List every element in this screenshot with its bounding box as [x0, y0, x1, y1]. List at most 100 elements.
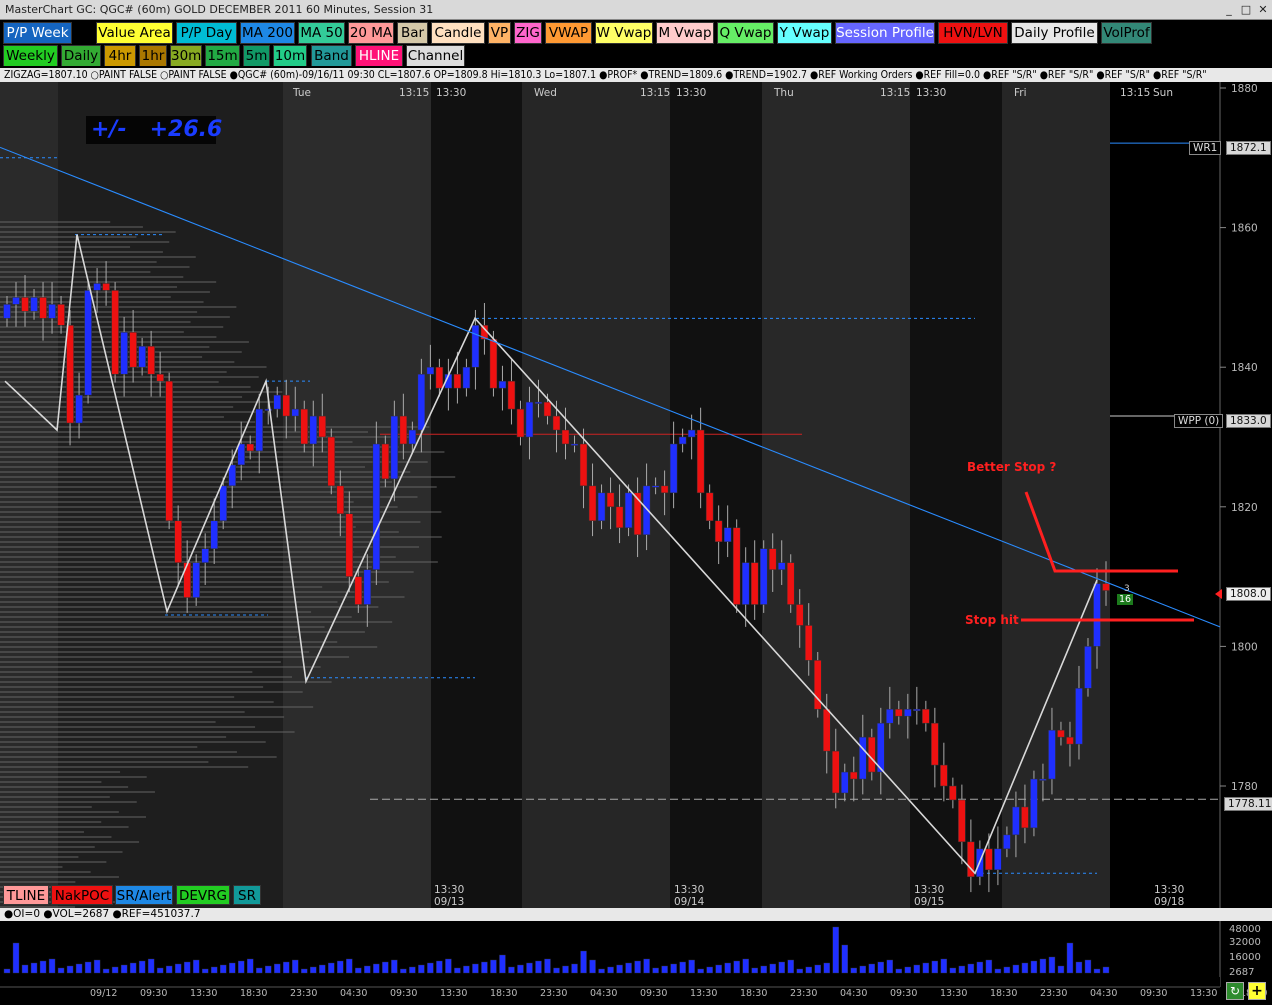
tab-sr[interactable]: SR — [233, 885, 261, 905]
volume-panel[interactable]: 48000 32000 16000 2687 09/12 09:30 13:30 18:30 2… — [0, 921, 1272, 1005]
btn-y-vwap[interactable]: Y Vwap — [777, 22, 832, 44]
btn-w-vwap[interactable]: W Vwap — [595, 22, 653, 44]
volume-bar — [796, 968, 803, 974]
btn-30m[interactable]: 30m — [170, 45, 202, 67]
btn-channel[interactable]: Channel — [406, 45, 465, 67]
btn-hvn-lvn[interactable]: HVN/LVN — [938, 22, 1008, 44]
volume-bar — [895, 968, 903, 974]
candle-body — [192, 562, 200, 598]
candle-body — [453, 373, 462, 389]
btn-10m[interactable]: 10m — [273, 45, 307, 67]
volume-bar — [48, 958, 56, 974]
candle-body — [768, 548, 777, 570]
candle-body — [832, 750, 840, 794]
btn-value-area[interactable]: Value Area — [96, 22, 173, 44]
minimize-icon[interactable]: _ — [1222, 3, 1236, 17]
bottom-time-label: 13:30 — [914, 884, 944, 896]
volume-bar — [12, 942, 20, 974]
candle-body — [147, 346, 155, 375]
session-shade — [1002, 82, 1110, 908]
btn-15m[interactable]: 15m — [205, 45, 240, 67]
volume-bar — [517, 964, 524, 974]
session-shade — [910, 82, 1002, 908]
tab-tline[interactable]: TLINE — [3, 885, 49, 905]
btn-vwap[interactable]: VWAP — [545, 22, 592, 44]
btn-1hr[interactable]: 1hr — [139, 45, 167, 67]
btn-session-profile[interactable]: Session Profile — [835, 22, 935, 44]
top-time-label: Wed — [534, 87, 557, 99]
volume-bar — [490, 959, 497, 974]
tab-sr-alert[interactable]: SR/Alert — [115, 885, 173, 905]
candle-body — [949, 785, 957, 801]
btn-vp[interactable]: VP — [488, 22, 511, 44]
candle-body — [570, 443, 579, 446]
price-chart[interactable]: 1880 1860 1840 1820 1800 1780 Tue 13:15 13:30 Wed… — [0, 82, 1272, 908]
candle-body — [1012, 806, 1020, 836]
maximize-icon[interactable]: □ — [1239, 3, 1253, 17]
btn-ma-50[interactable]: MA 50 — [298, 22, 345, 44]
candle-body — [516, 408, 525, 438]
candle-body — [57, 304, 65, 326]
btn-m-vwap[interactable]: M Vwap — [656, 22, 714, 44]
candle-body — [624, 492, 633, 528]
tab-nakpoc[interactable]: NakPOC — [51, 885, 113, 905]
btn-5m[interactable]: 5m — [243, 45, 270, 67]
price-axis-label: 1860 — [1231, 223, 1258, 235]
bottom-time-label: 13:30 — [434, 884, 464, 896]
candle-body — [318, 415, 327, 438]
better-stop-annotation: Better Stop ? — [967, 460, 1057, 474]
volume-bar — [454, 967, 461, 974]
top-time-label: Sun — [1153, 87, 1173, 99]
candle-body — [804, 625, 813, 661]
btn-20-ma[interactable]: 20 MA — [348, 22, 394, 44]
candle-body — [931, 722, 939, 766]
btn-weekly[interactable]: Weekly — [3, 45, 58, 67]
volume-time-label: 09:30 — [140, 988, 167, 999]
candle-body — [795, 604, 804, 626]
zoom-in-icon[interactable]: + — [1248, 982, 1266, 1000]
volume-time-label: 13:30 — [690, 988, 717, 999]
btn-zig[interactable]: ZIG — [514, 22, 542, 44]
btn-4hr[interactable]: 4hr — [104, 45, 136, 67]
candle-body — [1093, 583, 1101, 647]
order-qty: 3 — [1124, 584, 1130, 594]
btn-p-p-day[interactable]: P/P Day — [176, 22, 237, 44]
volume-bar — [994, 968, 1002, 974]
close-icon[interactable]: ✕ — [1256, 3, 1270, 17]
price-axis-label: 1780 — [1231, 781, 1258, 793]
candle-body — [39, 297, 47, 319]
volume-bar — [283, 961, 290, 974]
btn-daily[interactable]: Daily — [61, 45, 101, 67]
top-time-label: 13:30 — [676, 87, 706, 99]
candle-body — [507, 380, 516, 410]
volume-bar — [697, 968, 704, 974]
candle-body — [1048, 729, 1056, 780]
btn-p-p-week[interactable]: P/P Week — [3, 22, 72, 44]
volume-time-label: 04:30 — [340, 988, 367, 999]
btn-q-vwap[interactable]: Q Vwap — [717, 22, 774, 44]
btn-band[interactable]: Band — [311, 45, 352, 67]
btn-candle[interactable]: Candle — [431, 22, 485, 44]
volume-time-label: 18:30 — [490, 988, 517, 999]
volume-time-label: 13:30 — [440, 988, 467, 999]
wr1-value-tag: 1872.1 — [1226, 141, 1271, 155]
btn-ma-200[interactable]: MA 200 — [240, 22, 295, 44]
volume-time-label: 23:30 — [540, 988, 567, 999]
btn-hline[interactable]: HLINE — [355, 45, 403, 67]
candle-body — [174, 520, 182, 563]
tab-devrg[interactable]: DEVRG — [176, 885, 230, 905]
volume-time-label: 23:30 — [790, 988, 817, 999]
btn-daily-profile[interactable]: Daily Profile — [1011, 22, 1098, 44]
candle-body — [399, 415, 408, 445]
candle-body — [786, 562, 795, 605]
volume-time-label: 13:30 — [1190, 988, 1217, 999]
bottom-date-label: 09/14 — [674, 896, 705, 908]
candle-body — [732, 527, 741, 605]
volume-bar — [472, 963, 479, 974]
refresh-icon[interactable]: ↻ — [1226, 982, 1244, 1000]
btn-volprof[interactable]: VolProf — [1101, 22, 1152, 44]
btn-bar[interactable]: Bar — [397, 22, 428, 44]
volume-bar — [3, 968, 11, 974]
volume-bar — [102, 968, 110, 974]
volume-bar — [391, 959, 398, 974]
